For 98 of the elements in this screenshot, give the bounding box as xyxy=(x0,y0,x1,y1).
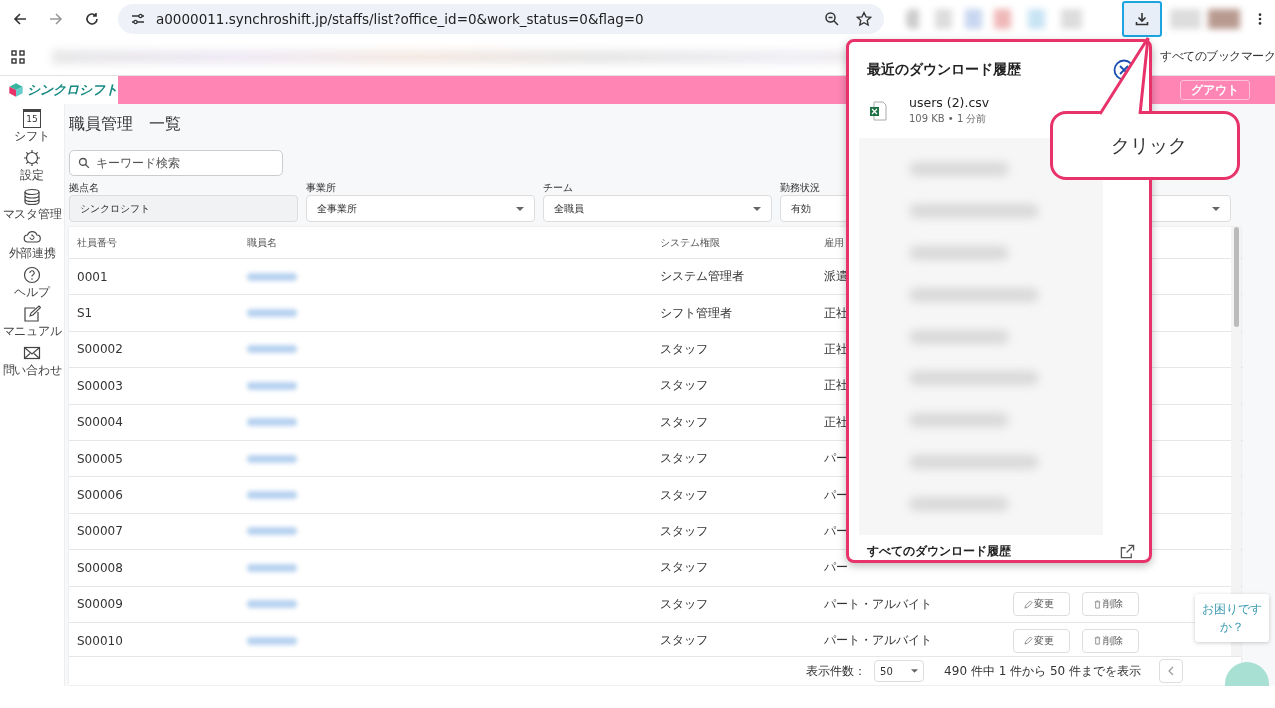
table-cell-text: スタッフ xyxy=(659,450,709,468)
spreadsheet-file-icon xyxy=(869,100,887,121)
trash-icon xyxy=(1093,599,1102,609)
reload-icon[interactable] xyxy=(84,11,100,27)
per-page-label: 表示件数： xyxy=(806,662,867,680)
table-cell-text: S00005 xyxy=(76,451,124,466)
sidebar-item[interactable]: マニュアル xyxy=(0,305,64,340)
table-cell-text: パー xyxy=(823,559,849,577)
download-icon xyxy=(1134,11,1150,27)
table-cell-text: パート・アルバイト xyxy=(823,632,933,650)
pencil-icon xyxy=(1024,636,1033,646)
filter-label: 拠点名 xyxy=(69,181,100,195)
dropdown-caret-icon xyxy=(911,669,919,673)
back-icon[interactable] xyxy=(12,11,28,27)
sidebar-item[interactable]: 外部連携 xyxy=(0,227,64,262)
table-cell-text: システム管理者 xyxy=(659,268,745,286)
help-icon xyxy=(23,266,41,284)
blurred-name xyxy=(247,491,297,500)
table-cell-text: スタッフ xyxy=(659,340,709,358)
table-cell-text: S00006 xyxy=(76,488,124,503)
external-link-icon xyxy=(1120,544,1135,559)
table-cell-text: スタッフ xyxy=(659,522,709,540)
popup-title: 最近のダウンロード履歴 xyxy=(867,60,1021,79)
more-menu-icon[interactable] xyxy=(1258,12,1262,26)
table-cell-text: S00003 xyxy=(76,378,124,393)
blurred-name xyxy=(247,272,297,281)
column-header: 職員名 xyxy=(246,235,278,250)
delete-button[interactable]: 削除 xyxy=(1082,628,1139,653)
star-icon[interactable] xyxy=(856,11,872,27)
edit-button[interactable]: 変更 xyxy=(1013,628,1070,653)
app-logo-text: シンクロシフト xyxy=(27,81,118,99)
table-cell-text: S00009 xyxy=(76,597,124,612)
blurred-name xyxy=(247,345,297,354)
sidebar-item[interactable]: 15 シフト xyxy=(0,109,64,145)
search-icon xyxy=(78,157,90,169)
table-cell-text: スタッフ xyxy=(659,595,709,613)
url-text: a0000011.synchroshift.jp/staffs/list?office_id=0&work_status=0&flag=0 xyxy=(156,11,645,27)
readonly-field: シンクロシフト xyxy=(69,195,298,222)
table-cell-text: S00002 xyxy=(76,342,124,357)
chevron-left-icon xyxy=(1168,666,1174,676)
table-cell-text: スタッフ xyxy=(659,413,709,431)
dropdown-caret-icon xyxy=(516,206,524,211)
all-bookmarks-link[interactable]: すべてのブックマーク xyxy=(1160,48,1275,65)
blurred-name xyxy=(247,381,297,390)
filter-label: 事業所 xyxy=(306,181,337,195)
blurred-name xyxy=(247,563,297,572)
sidebar-item[interactable]: 設定 xyxy=(0,149,64,184)
blurred-name xyxy=(247,600,297,609)
sidebar-item[interactable]: マスタ管理 xyxy=(0,188,64,223)
table-cell-text: シフト管理者 xyxy=(659,304,733,322)
filter-label: チーム xyxy=(543,181,574,195)
apps-grid-icon[interactable] xyxy=(10,48,26,65)
per-page-select[interactable]: 50 xyxy=(874,660,925,682)
table-cell-text: S00004 xyxy=(76,415,124,430)
page-title: 職員管理 一覧 xyxy=(69,114,181,134)
gear-icon xyxy=(23,149,41,167)
calendar-icon: 15 xyxy=(23,109,41,128)
table-cell-text: S00007 xyxy=(76,524,124,539)
database-icon xyxy=(23,188,41,206)
column-header: システム権限 xyxy=(659,235,721,250)
delete-button[interactable]: 削除 xyxy=(1082,592,1139,617)
dropdown-caret-icon xyxy=(1212,206,1220,211)
site-settings-icon[interactable] xyxy=(130,11,146,27)
table-cell-text: S00008 xyxy=(76,560,124,575)
blurred-name xyxy=(247,418,297,427)
blurred-name xyxy=(247,454,297,463)
edit-button[interactable]: 変更 xyxy=(1013,592,1070,617)
blurred-name xyxy=(247,636,297,645)
table-cell-text: 0001 xyxy=(76,269,109,284)
table-cell-text: 派遣 xyxy=(823,268,849,286)
results-summary: 490 件中 1 件から 50 件までを表示 xyxy=(944,662,1141,680)
table-cell-text: スタッフ xyxy=(659,486,709,504)
blurred-name xyxy=(247,527,297,536)
zoom-icon[interactable] xyxy=(824,11,840,27)
dropdown-caret-icon xyxy=(753,206,761,211)
pencil-icon xyxy=(1024,599,1033,609)
table-cell-text: S00010 xyxy=(76,633,124,648)
sidebar-item[interactable]: ヘルプ xyxy=(0,266,64,301)
table-cell-text: スタッフ xyxy=(659,632,709,650)
blurred-name xyxy=(247,309,297,318)
table-cell-text: スタッフ xyxy=(659,377,709,395)
search-field[interactable]: キーワード検索 xyxy=(69,150,283,176)
forward-icon[interactable] xyxy=(48,11,64,27)
table-cell-text: パート・アルバイト xyxy=(823,595,933,613)
column-header: 雇用 xyxy=(823,235,845,250)
table-cell-text: スタッフ xyxy=(659,559,709,577)
trash-icon xyxy=(1093,636,1102,646)
dropdown-select[interactable]: 全職員 xyxy=(543,195,772,222)
all-downloads-link[interactable]: すべてのダウンロード履歴 xyxy=(859,535,1149,560)
address-bar[interactable]: a0000011.synchroshift.jp/staffs/list?office_id=0&work_status=0&flag=0 xyxy=(118,4,884,34)
sidebar-item[interactable]: 問い合わせ xyxy=(0,344,64,379)
edit-note-icon xyxy=(23,305,41,323)
table-cell-text: S1 xyxy=(76,306,94,321)
column-header: 社員番号 xyxy=(76,235,118,250)
download-button[interactable] xyxy=(1122,1,1162,37)
filter-label: 勤務状況 xyxy=(780,181,821,195)
dropdown-select[interactable]: 全事業所 xyxy=(306,195,535,222)
mail-icon xyxy=(23,344,41,362)
